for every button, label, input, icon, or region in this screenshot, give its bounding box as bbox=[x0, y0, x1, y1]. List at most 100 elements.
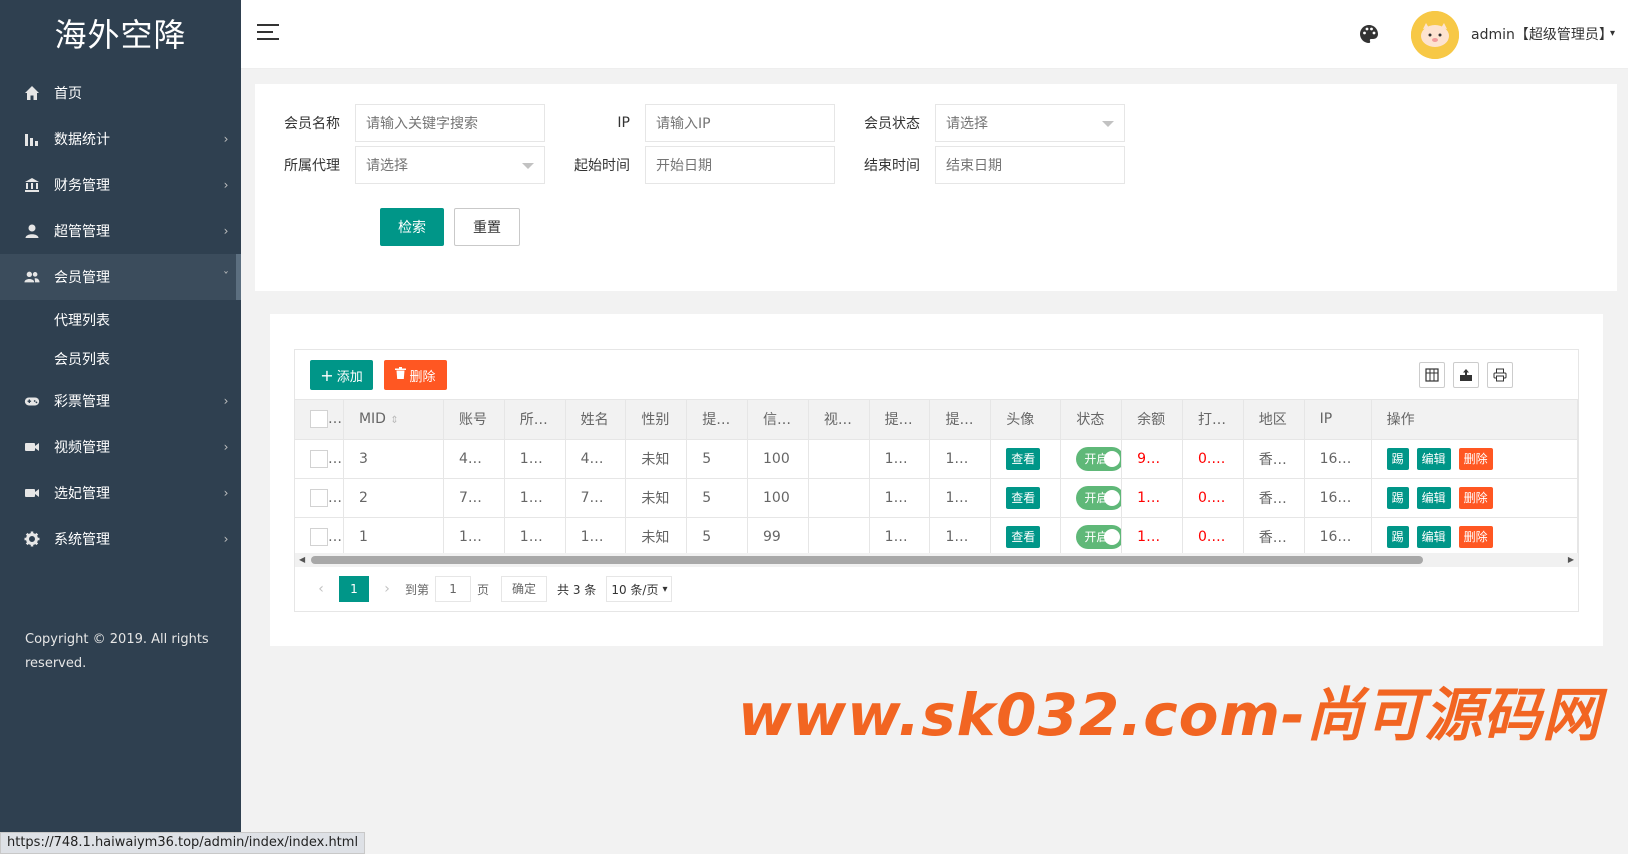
cell-region: 香… bbox=[1243, 478, 1305, 518]
sidebar-item-system[interactable]: 系统管理 › bbox=[0, 516, 241, 562]
add-button-label: 添加 bbox=[336, 369, 363, 385]
submenu-item-member-list[interactable]: 会员列表 bbox=[0, 339, 241, 378]
sidebar-item-home[interactable]: 首页 bbox=[0, 70, 241, 116]
view-avatar-button[interactable]: 查看 bbox=[1006, 447, 1041, 470]
export-icon[interactable] bbox=[1453, 362, 1479, 388]
row-delete-button[interactable]: 删除 bbox=[1458, 447, 1493, 470]
search-button[interactable]: 检索 bbox=[380, 208, 444, 246]
sidebar-item-video[interactable]: 视频管理 › bbox=[0, 424, 241, 470]
add-button[interactable]: + 添加 bbox=[310, 360, 373, 390]
kick-button[interactable]: 踢 bbox=[1386, 486, 1409, 509]
status-toggle[interactable]: 开启 bbox=[1076, 446, 1121, 471]
scroll-thumb[interactable] bbox=[311, 556, 1423, 564]
sidebar-item-super-admin[interactable]: 超管管理 › bbox=[0, 208, 241, 254]
sidebar-item-finance[interactable]: 财务管理 › bbox=[0, 162, 241, 208]
cell-c8: 10… bbox=[869, 478, 931, 518]
start-time-label: 起始时间 bbox=[574, 158, 630, 174]
sidebar-item-data-stats[interactable]: 数据统计 › bbox=[0, 116, 241, 162]
avatar[interactable] bbox=[1411, 11, 1459, 59]
cell-gender: 未知 bbox=[625, 439, 688, 479]
row-checkbox[interactable] bbox=[310, 527, 328, 546]
agent-select[interactable]: 请选择 bbox=[355, 146, 545, 184]
agent-label: 所属代理 bbox=[284, 158, 340, 174]
menu-toggle-icon[interactable] bbox=[257, 24, 279, 42]
row-checkbox[interactable] bbox=[310, 488, 328, 507]
header-cell: IP bbox=[1304, 400, 1372, 440]
cell-ip: 16… bbox=[1304, 517, 1372, 557]
sidebar-item-label: 超管管理 bbox=[54, 224, 110, 240]
end-time-label: 结束时间 bbox=[864, 158, 920, 174]
page-1-button[interactable]: 1 bbox=[339, 576, 369, 602]
sidebar-item-members[interactable]: 会员管理 ˇ bbox=[0, 254, 241, 300]
caret-down-icon[interactable]: ▾ bbox=[1610, 28, 1615, 39]
sort-icon[interactable]: ⇕ bbox=[390, 415, 398, 426]
header-cell: 状态 bbox=[1060, 400, 1123, 440]
end-date-input[interactable]: 结束日期 bbox=[935, 146, 1125, 184]
sidebar-item-lottery[interactable]: 彩票管理 › bbox=[0, 378, 241, 424]
row-checkbox-cell bbox=[295, 439, 344, 479]
next-page-button[interactable]: › bbox=[375, 581, 399, 597]
page-unit-label: 页 bbox=[477, 582, 490, 597]
status-toggle[interactable]: 开启 bbox=[1076, 524, 1121, 549]
user-menu[interactable]: admin【超级管理员】 bbox=[1471, 24, 1613, 44]
view-avatar-button[interactable]: 查看 bbox=[1006, 525, 1041, 548]
scroll-left-icon[interactable]: ◀ bbox=[299, 555, 305, 564]
kick-button[interactable]: 踢 bbox=[1386, 447, 1409, 470]
row-delete-button[interactable]: 删除 bbox=[1458, 525, 1493, 548]
sidebar-item-label: 财务管理 bbox=[54, 178, 110, 194]
header-cell: 地区 bbox=[1243, 400, 1305, 440]
reset-button[interactable]: 重置 bbox=[454, 208, 520, 246]
scroll-right-icon[interactable]: ▶ bbox=[1568, 555, 1574, 564]
table-body: 3 45… 12… 45… 未知 5 100 10… 10… 查看 开启 90… 0.00 香… 16… 踢编… bbox=[295, 439, 1579, 557]
cell-actions: 踢编辑 删除 bbox=[1371, 517, 1579, 557]
chevron-down-icon: ▾ bbox=[662, 583, 668, 595]
goto-confirm-button[interactable]: 确定 bbox=[501, 576, 548, 602]
browser-status-url: https://748.1.haiwaiym36.top/admin/index… bbox=[0, 832, 366, 854]
status-select[interactable]: 请选择 bbox=[935, 104, 1125, 142]
app-logo[interactable]: 海外空降 bbox=[0, 0, 241, 70]
chevron-right-icon: › bbox=[223, 224, 229, 238]
row-checkbox[interactable] bbox=[310, 449, 328, 468]
horizontal-scrollbar[interactable]: ◀ ▶ bbox=[295, 553, 1578, 567]
palette-icon[interactable] bbox=[1359, 24, 1381, 46]
prev-page-button[interactable]: ‹ bbox=[309, 581, 333, 597]
submenu-item-agent-list[interactable]: 代理列表 bbox=[0, 300, 241, 339]
cell-balance: 90… bbox=[1121, 439, 1183, 479]
form-row-2: 所属代理 请选择 起始时间 开始日期 结束时间 结束日期 bbox=[255, 146, 1125, 184]
header-mid[interactable]: MID ⇕ bbox=[343, 400, 444, 440]
view-avatar-button[interactable]: 查看 bbox=[1006, 486, 1041, 509]
kick-button[interactable]: 踢 bbox=[1386, 525, 1409, 548]
page-size-select[interactable]: 10 条/页 ▾ bbox=[606, 576, 673, 602]
delete-button[interactable]: 删除 bbox=[384, 360, 447, 390]
cell-actions: 踢编辑 删除 bbox=[1371, 439, 1579, 479]
sidebar-item-label: 数据统计 bbox=[54, 132, 110, 148]
bank-icon bbox=[24, 177, 40, 193]
status-toggle[interactable]: 开启 bbox=[1076, 485, 1121, 510]
chevron-down-icon: ˇ bbox=[223, 270, 229, 284]
header-mid-label: MID bbox=[358, 411, 386, 428]
ip-input[interactable]: 请输入IP bbox=[645, 104, 835, 142]
cell-c9: 10… bbox=[929, 439, 992, 479]
chevron-right-icon: › bbox=[223, 532, 229, 546]
copyright-text: Copyright © 2019. All rights reserved. bbox=[25, 632, 209, 671]
select-all-checkbox[interactable] bbox=[310, 410, 328, 429]
sidebar-item-concubine[interactable]: 选妃管理 › bbox=[0, 470, 241, 516]
edit-button[interactable]: 编辑 bbox=[1416, 447, 1451, 470]
row-delete-button[interactable]: 删除 bbox=[1458, 486, 1493, 509]
sidebar-nav: 首页 数据统计 › 财务管理 › 超管管理 › 会员管理 ˇ 代理列表 会员列表… bbox=[0, 70, 241, 562]
member-name-input[interactable]: 请输入关键字搜索 bbox=[355, 104, 545, 142]
chevron-right-icon: › bbox=[223, 178, 229, 192]
cell-account: 12… bbox=[443, 517, 505, 557]
sidebar-item-label: 彩票管理 bbox=[54, 394, 110, 410]
print-icon[interactable] bbox=[1487, 362, 1513, 388]
table-toolbar: + 添加 删除 bbox=[295, 350, 1578, 400]
status-select-value: 请选择 bbox=[946, 116, 988, 132]
total-count: 共 3 条 bbox=[557, 582, 597, 597]
edit-button[interactable]: 编辑 bbox=[1416, 486, 1451, 509]
camera-icon bbox=[24, 485, 40, 501]
members-submenu: 代理列表 会员列表 bbox=[0, 300, 241, 378]
edit-button[interactable]: 编辑 bbox=[1416, 525, 1451, 548]
start-date-input[interactable]: 开始日期 bbox=[645, 146, 835, 184]
columns-filter-icon[interactable] bbox=[1419, 362, 1445, 388]
goto-page-input[interactable]: 1 bbox=[435, 576, 472, 602]
